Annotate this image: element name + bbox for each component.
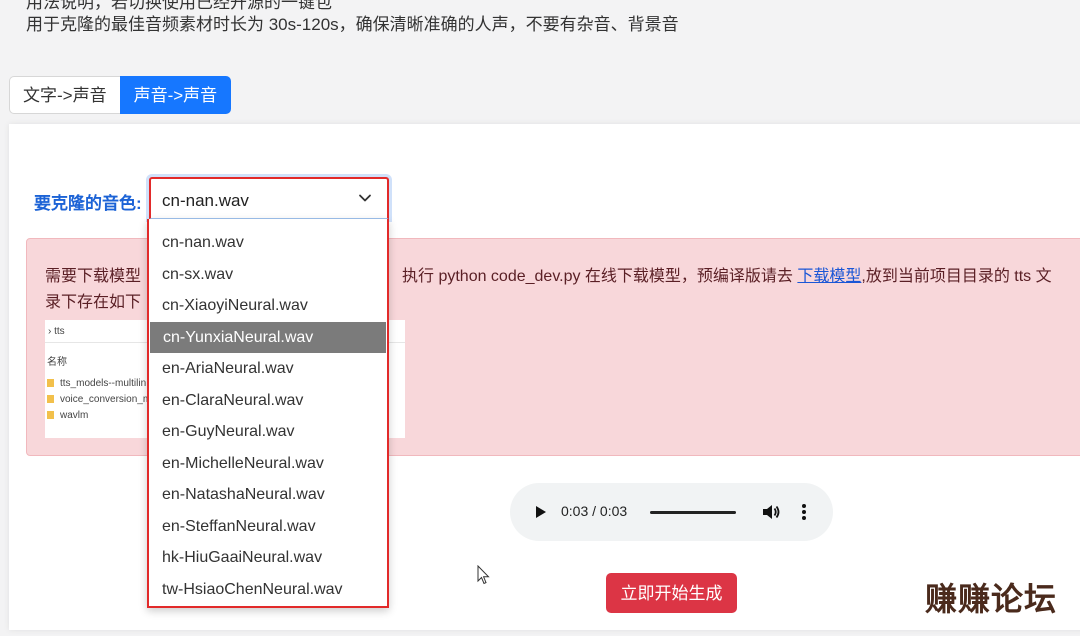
volume-icon[interactable] [761,502,781,522]
voice-option[interactable]: en-GuyNeural.wav [149,416,387,448]
alert-continued-text: 录下存在如下 [45,294,142,311]
alert-middle-text: 执行 python code_dev.py 在线下载模型，预编译版请去 [402,268,798,285]
voice-option[interactable]: cn-XiaoyiNeural.wav [149,290,387,322]
folder-path: › tts [48,326,65,337]
voice-option[interactable]: en-NatashaNeural.wav [149,479,387,511]
voice-option[interactable]: cn-sx.wav [149,259,387,291]
voice-option[interactable]: en-MichelleNeural.wav [149,448,387,480]
more-options-icon[interactable] [801,503,807,521]
voice-option[interactable]: tw-HsiaoChenNeural.wav [149,574,387,606]
folder-item: voice_conversion_m [47,394,151,405]
watermark: 赚赚论坛 [925,581,1058,617]
folder-item: tts_models--multilin [47,378,146,389]
voice-select[interactable]: cn-nan.wav [149,177,389,219]
alert-text: 执行 python code_dev.py 在线下载模型，预编译版请去 下载模型… [402,262,1052,286]
mode-tabs: 文字->声音 声音->声音 [9,76,232,114]
audio-progress-bar[interactable] [650,511,736,514]
mouse-cursor-icon [477,565,490,585]
voice-option[interactable]: hk-HiuGaaiNeural.wav [149,542,387,574]
folder-icon [47,395,54,403]
folder-item-label: tts_models--multilin [60,378,147,389]
voice-select-label: 要克隆的音色: [34,194,142,213]
voice-select-value: cn-nan.wav [162,191,249,210]
intro-text-2: 用于克隆的最佳音频素材时长为 30s-120s，确保清晰准确的人声，不要有杂音、… [26,15,679,34]
folder-column-name: 名称 [47,357,67,368]
play-icon[interactable] [534,505,548,519]
voice-option[interactable]: en-ClaraNeural.wav [149,385,387,417]
tab-voice-to-voice[interactable]: 声音->声音 [119,76,232,114]
voice-option-highlighted[interactable]: cn-YunxiaNeural.wav [150,321,386,353]
voice-option[interactable]: cn-nan.wav [149,227,387,259]
download-model-link[interactable]: 下载模型 [797,268,861,285]
audio-player: 0:03 / 0:03 [510,483,833,541]
generate-button[interactable]: 立即开始生成 [606,573,737,613]
folder-item-label: voice_conversion_m [60,394,152,405]
folder-path-label: tts [54,326,65,337]
folder-item: wavlm [47,410,88,421]
voice-option[interactable]: en-AriaNeural.wav [149,353,387,385]
voice-option[interactable]: en-SteffanNeural.wav [149,511,387,543]
voice-options-list: cn-nan.wav cn-sx.wav cn-XiaoyiNeural.wav… [147,219,389,608]
tab-text-to-voice[interactable]: 文字->声音 [9,76,120,114]
alert-suffix-text: ,放到当前项目目录的 tts 文 [861,268,1052,285]
folder-item-label: wavlm [60,410,89,421]
audio-time: 0:03 / 0:03 [561,503,628,519]
folder-icon [47,379,54,387]
alert-prefix: 需要下载模型 [45,268,142,285]
folder-icon [47,411,54,419]
chevron-down-icon [359,194,371,202]
